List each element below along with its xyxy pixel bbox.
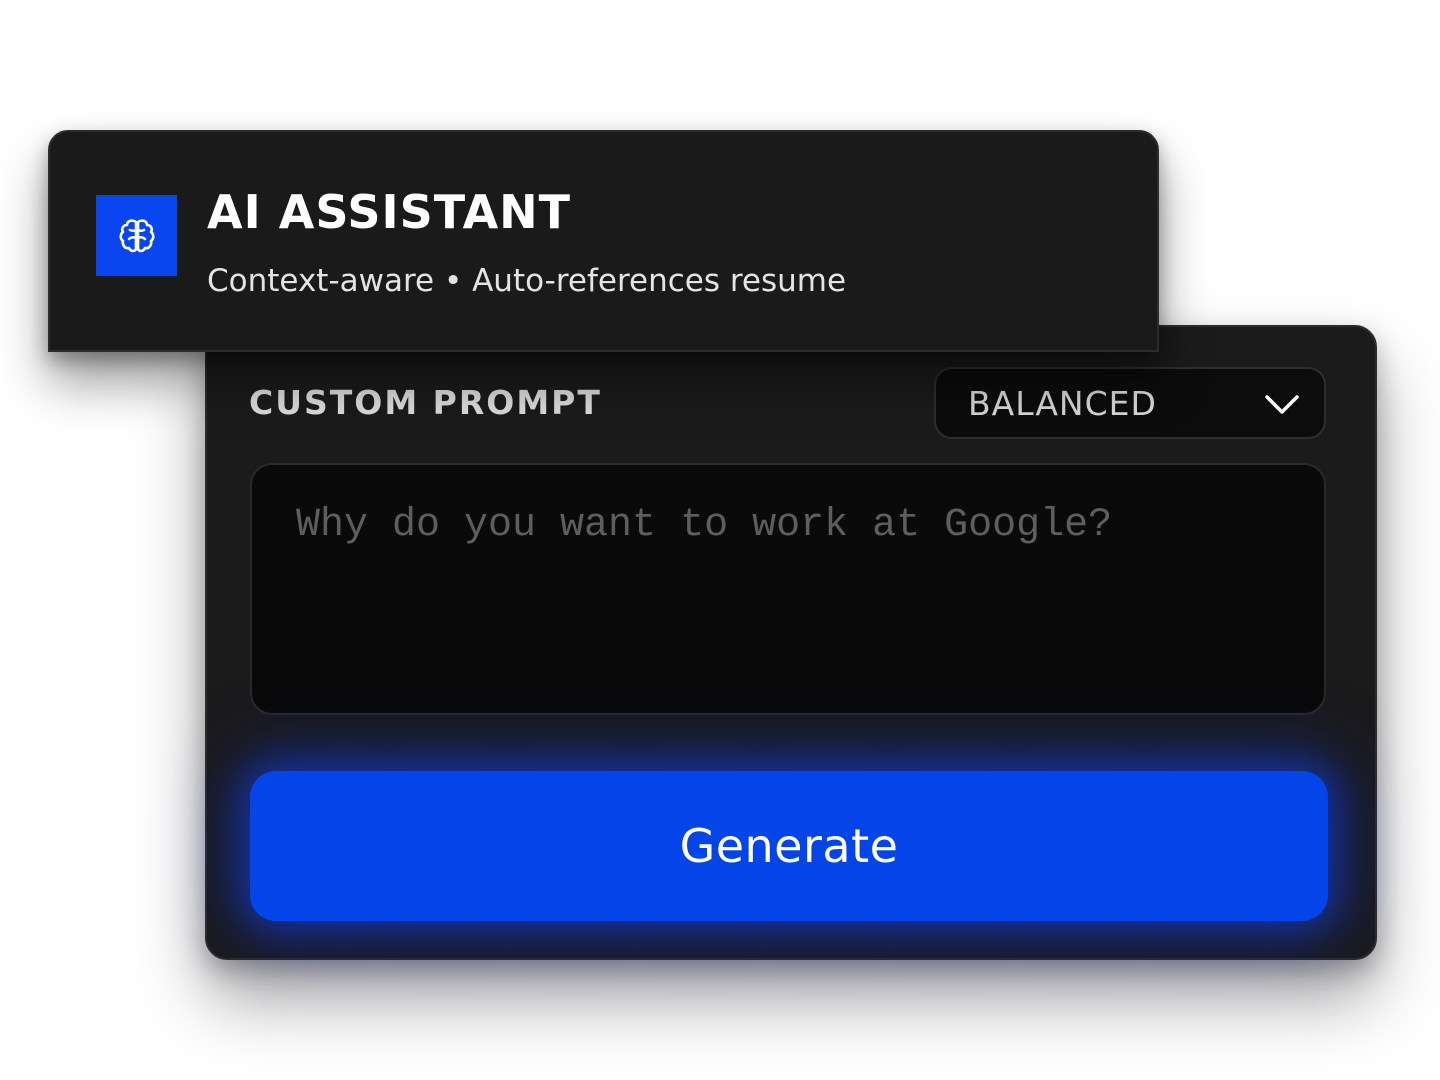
assistant-header: AI ASSISTANT Context-aware • Auto-refere…	[48, 130, 1159, 352]
mode-select[interactable]: BALANCED	[934, 367, 1326, 439]
brain-icon	[118, 218, 155, 252]
custom-prompt-panel: CUSTOM PROMPT BALANCED Generate	[205, 325, 1377, 960]
chevron-down-icon	[1265, 395, 1299, 414]
assistant-title: AI ASSISTANT	[207, 185, 572, 239]
assistant-logo	[96, 195, 177, 276]
assistant-subtitle: Context-aware • Auto-references resume	[207, 263, 847, 299]
custom-prompt-label: CUSTOM PROMPT	[249, 383, 602, 422]
stage: CUSTOM PROMPT BALANCED Generate	[0, 0, 1440, 1080]
mode-select-value: BALANCED	[968, 384, 1157, 423]
prompt-input[interactable]	[250, 463, 1326, 715]
generate-button[interactable]: Generate	[250, 771, 1328, 921]
